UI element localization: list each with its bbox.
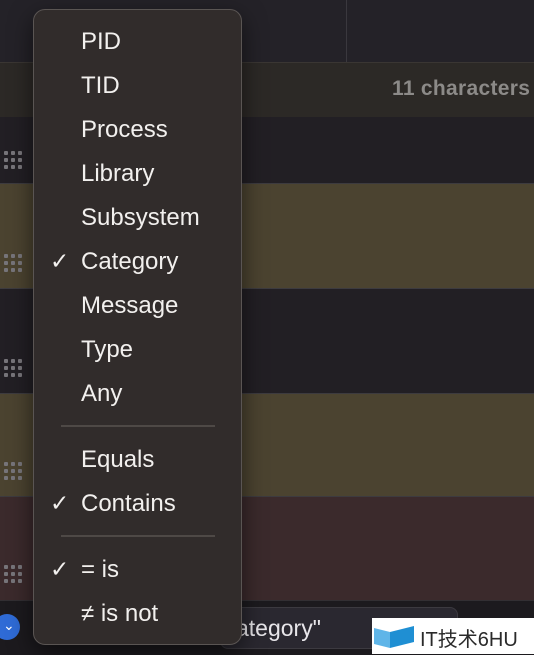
menu-item-label: Contains <box>81 490 176 517</box>
watermark-text: IT技术6HU <box>420 629 518 651</box>
grid-dot <box>11 165 15 169</box>
grid-dot <box>4 268 8 272</box>
grid-dot <box>4 254 8 258</box>
grid-icon <box>4 565 24 585</box>
menu-item-label: Category <box>81 248 179 275</box>
grid-dot <box>11 359 15 363</box>
grid-dot <box>11 572 15 576</box>
grid-dot <box>18 158 22 162</box>
grid-dot <box>18 462 22 466</box>
grid-dot <box>18 579 22 583</box>
grid-dot <box>11 268 15 272</box>
menu-item-label: TID <box>81 72 120 99</box>
filter-token-text: ategory" <box>236 615 321 641</box>
grid-dot <box>4 359 8 363</box>
grid-dot <box>18 373 22 377</box>
grid-dot <box>4 158 8 162</box>
grid-dot <box>11 158 15 162</box>
menu-item-process[interactable]: Process <box>34 110 241 150</box>
menu-item-equals[interactable]: Equals <box>34 440 241 480</box>
grid-dot <box>11 254 15 258</box>
grid-dot <box>4 165 8 169</box>
grid-dot <box>11 151 15 155</box>
grid-dot <box>4 373 8 377</box>
menu-item-library[interactable]: Library <box>34 154 241 194</box>
grid-dot <box>18 366 22 370</box>
menu-item-subsystem[interactable]: Subsystem <box>34 198 241 238</box>
grid-dot <box>18 165 22 169</box>
grid-dot <box>18 565 22 569</box>
grid-dot <box>4 572 8 576</box>
menu-item-is-not[interactable]: ≠ is not <box>34 594 241 634</box>
menu-item-tid[interactable]: TID <box>34 66 241 106</box>
grid-dot <box>18 268 22 272</box>
menu-item-message[interactable]: Message <box>34 286 241 326</box>
menu-item-label: Process <box>81 116 168 143</box>
grid-dot <box>18 254 22 258</box>
grid-dot <box>11 565 15 569</box>
menu-item-label: = is <box>81 556 120 583</box>
grid-icon <box>4 359 24 379</box>
chevron-down-icon: ⌄ <box>3 617 15 633</box>
menu-separator <box>61 535 215 537</box>
toolbar-divider <box>346 0 347 62</box>
checkmark-icon: ✓ <box>50 556 70 582</box>
menu-item-label: Type <box>81 336 134 363</box>
grid-dot <box>11 476 15 480</box>
menu-separator <box>61 425 215 427</box>
checkmark-icon: ✓ <box>50 490 70 516</box>
grid-dot <box>18 469 22 473</box>
menu-item-type[interactable]: Type <box>34 330 241 370</box>
menu-item-is[interactable]: ✓ = is <box>34 550 241 590</box>
grid-dot <box>4 151 8 155</box>
grid-dot <box>4 462 8 466</box>
menu-item-any[interactable]: Any <box>34 374 241 414</box>
grid-dot <box>11 373 15 377</box>
grid-icon <box>4 151 24 171</box>
grid-dot <box>11 261 15 265</box>
grid-dot <box>18 151 22 155</box>
menu-item-label: ≠ is not <box>81 600 159 627</box>
grid-dot <box>11 366 15 370</box>
menu-item-label: Any <box>81 380 123 407</box>
grid-icon <box>4 254 24 274</box>
grid-dot <box>11 462 15 466</box>
menu-item-label: Message <box>81 292 179 319</box>
grid-dot <box>4 579 8 583</box>
checkmark-icon: ✓ <box>50 248 70 274</box>
menu-item-label: PID <box>81 28 122 55</box>
grid-dot <box>11 579 15 583</box>
grid-icon <box>4 462 24 482</box>
grid-dot <box>18 572 22 576</box>
grid-dot <box>11 469 15 473</box>
menu-item-label: Equals <box>81 446 155 473</box>
grid-dot <box>18 476 22 480</box>
menu-item-contains[interactable]: ✓ Contains <box>34 484 241 524</box>
menu-item-category[interactable]: ✓ Category <box>34 242 241 282</box>
filter-field-menu: PID TID Process Library Subsystem ✓ Cate… <box>33 9 242 645</box>
grid-dot <box>4 469 8 473</box>
menu-item-pid[interactable]: PID <box>34 22 241 62</box>
watermark: IT技术6HU <box>372 618 534 654</box>
character-count: 11 characters <box>392 77 531 100</box>
watermark-logo-icon <box>374 626 414 648</box>
menu-item-label: Subsystem <box>81 204 200 231</box>
grid-dot <box>4 366 8 370</box>
grid-dot <box>4 476 8 480</box>
menu-item-label: Library <box>81 160 155 187</box>
grid-dot <box>18 359 22 363</box>
grid-dot <box>4 261 8 265</box>
grid-dot <box>18 261 22 265</box>
grid-dot <box>4 565 8 569</box>
